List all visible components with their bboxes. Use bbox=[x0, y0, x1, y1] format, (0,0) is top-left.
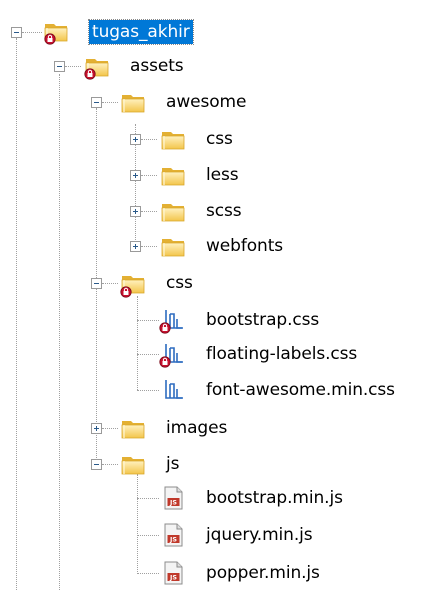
collapse-toggle-icon[interactable] bbox=[91, 97, 102, 108]
tree-node-label: tugas_akhir bbox=[88, 19, 194, 45]
folder-icon bbox=[159, 126, 187, 152]
tree-node-awesome-webfonts[interactable]: webfonts bbox=[0, 228, 320, 264]
collapse-toggle-icon[interactable] bbox=[11, 27, 22, 38]
tree-node-tugas-akhir[interactable]: tugas_akhir bbox=[0, 14, 220, 50]
tree-node-label: bootstrap.min.js bbox=[206, 488, 343, 508]
expand-toggle-icon[interactable] bbox=[91, 423, 102, 434]
tree-node-js[interactable]: js bbox=[0, 446, 220, 482]
js-file-icon bbox=[159, 522, 187, 548]
error-badge-icon bbox=[120, 286, 132, 298]
tree-node-awesome-css[interactable]: css bbox=[0, 121, 260, 157]
tree-node-label: awesome bbox=[166, 92, 247, 112]
tree-node-awesome[interactable]: awesome bbox=[0, 84, 300, 120]
folder-icon bbox=[119, 415, 147, 441]
tree-node-label: less bbox=[206, 165, 239, 185]
expand-toggle-icon[interactable] bbox=[130, 241, 141, 252]
tree-node-label: js bbox=[166, 454, 180, 474]
tree-node-popper-min-js[interactable]: popper.min.js bbox=[0, 555, 380, 590]
tree-node-css[interactable]: css bbox=[0, 265, 240, 301]
collapse-toggle-icon[interactable] bbox=[91, 278, 102, 289]
folder-icon bbox=[159, 162, 187, 188]
tree-node-assets[interactable]: assets bbox=[0, 48, 240, 84]
tree-node-label: font-awesome.min.css bbox=[206, 380, 395, 400]
tree-node-label: jquery.min.js bbox=[206, 525, 313, 545]
tree-node-label: images bbox=[166, 418, 228, 438]
tree-node-floating-labels-css[interactable]: floating-labels.css bbox=[0, 336, 400, 372]
error-badge-icon bbox=[44, 33, 56, 45]
tree-node-awesome-less[interactable]: less bbox=[0, 157, 260, 193]
tree-node-jquery-min-js[interactable]: jquery.min.js bbox=[0, 517, 380, 553]
tree-node-bootstrap-min-js[interactable]: bootstrap.min.js bbox=[0, 480, 380, 516]
error-badge-icon bbox=[159, 322, 171, 334]
folder-icon bbox=[159, 198, 187, 224]
error-badge-icon bbox=[159, 356, 171, 368]
project-tree: tugas_akhir assets awesome css less scss… bbox=[0, 0, 424, 590]
tree-node-label: css bbox=[206, 129, 233, 149]
error-badge-icon bbox=[84, 68, 96, 80]
js-file-icon bbox=[159, 485, 187, 511]
expand-toggle-icon[interactable] bbox=[130, 170, 141, 181]
tree-node-label: floating-labels.css bbox=[206, 344, 358, 364]
css-file-icon bbox=[159, 377, 187, 403]
tree-node-label: webfonts bbox=[206, 236, 284, 256]
expand-toggle-icon[interactable] bbox=[130, 134, 141, 145]
tree-node-font-awesome-min-css[interactable]: font-awesome.min.css bbox=[0, 372, 424, 408]
folder-icon bbox=[159, 233, 187, 259]
tree-node-bootstrap-css[interactable]: bootstrap.css bbox=[0, 302, 360, 338]
collapse-toggle-icon[interactable] bbox=[54, 61, 65, 72]
tree-node-label: bootstrap.css bbox=[206, 310, 320, 330]
tree-node-label: assets bbox=[130, 56, 184, 76]
tree-node-images[interactable]: images bbox=[0, 410, 260, 446]
folder-icon bbox=[119, 89, 147, 115]
tree-node-label: css bbox=[166, 273, 193, 293]
folder-icon bbox=[119, 451, 147, 477]
expand-toggle-icon[interactable] bbox=[130, 206, 141, 217]
tree-node-awesome-scss[interactable]: scss bbox=[0, 193, 260, 229]
tree-node-label: popper.min.js bbox=[206, 563, 320, 583]
js-file-icon bbox=[159, 560, 187, 586]
tree-node-label: scss bbox=[206, 201, 242, 221]
collapse-toggle-icon[interactable] bbox=[91, 459, 102, 470]
